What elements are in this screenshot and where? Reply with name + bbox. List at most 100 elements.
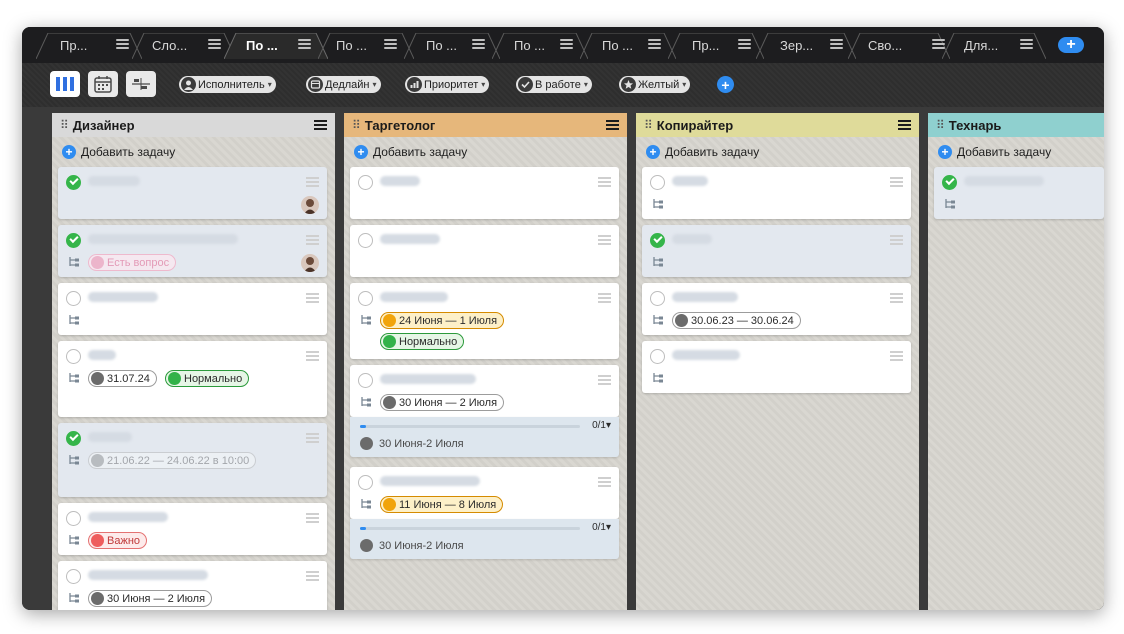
hamburger-icon[interactable]: [306, 177, 319, 189]
priority-badge[interactable]: Важно: [88, 532, 148, 549]
hamburger-icon[interactable]: [306, 293, 319, 305]
hamburger-icon[interactable]: [830, 39, 843, 49]
hamburger-icon[interactable]: [306, 433, 319, 445]
tab-6[interactable]: По ...: [492, 33, 588, 59]
hamburger-icon[interactable]: [208, 39, 221, 49]
hamburger-icon[interactable]: [898, 120, 911, 132]
check-icon[interactable]: [66, 431, 81, 446]
column-header[interactable]: ⠿ Технарь: [928, 113, 1104, 137]
tab-3-active[interactable]: По ...: [224, 33, 328, 59]
check-icon[interactable]: [66, 511, 81, 526]
task-card[interactable]: 30 Июня — 2 Июля: [350, 365, 619, 417]
hamburger-icon[interactable]: [598, 293, 611, 305]
check-icon[interactable]: [650, 291, 665, 306]
check-icon[interactable]: [66, 569, 81, 584]
hamburger-icon[interactable]: [598, 375, 611, 387]
priority-badge[interactable]: Нормально: [380, 333, 465, 350]
tab-10[interactable]: Сво...: [848, 33, 950, 59]
column-header[interactable]: ⠿ Копирайтер: [636, 113, 919, 137]
tab-8[interactable]: Пр...: [668, 33, 764, 59]
deadline-badge[interactable]: 30 Июня — 2 Июля: [88, 590, 213, 607]
column-header[interactable]: ⠿ Таргетолог: [344, 113, 627, 137]
tab-7[interactable]: По ...: [580, 33, 676, 59]
task-card[interactable]: [58, 283, 327, 335]
task-card[interactable]: [934, 167, 1104, 219]
task-card[interactable]: Есть вопрос: [58, 225, 327, 277]
hamburger-icon[interactable]: [890, 177, 903, 189]
hamburger-icon[interactable]: [306, 513, 319, 525]
task-card[interactable]: [58, 167, 327, 219]
hamburger-icon[interactable]: [598, 477, 611, 489]
filter-color[interactable]: Желтый ▾: [619, 76, 691, 93]
check-icon[interactable]: [66, 291, 81, 306]
task-card[interactable]: 11 Июня — 8 Июля: [350, 467, 619, 519]
tab-4[interactable]: По ...: [318, 33, 414, 59]
task-card[interactable]: 31.07.24 Нормально: [58, 341, 327, 417]
drag-grip-icon[interactable]: ⠿: [60, 118, 69, 132]
hamburger-icon[interactable]: [384, 39, 397, 49]
hamburger-icon[interactable]: [306, 351, 319, 363]
hamburger-icon[interactable]: [890, 351, 903, 363]
add-filter-button[interactable]: +: [717, 76, 734, 93]
tab-2[interactable]: Сло...: [132, 33, 236, 59]
hamburger-icon[interactable]: [738, 39, 751, 49]
calendar-view-button[interactable]: [88, 71, 118, 97]
tab-11[interactable]: Для...: [942, 33, 1046, 59]
gantt-view-button[interactable]: [126, 71, 156, 97]
check-icon[interactable]: [358, 233, 373, 248]
priority-badge[interactable]: Нормально: [165, 370, 250, 387]
check-icon[interactable]: [66, 175, 81, 190]
hamburger-icon[interactable]: [890, 293, 903, 305]
deadline-badge[interactable]: 24 Июня — 1 Июля: [380, 312, 505, 329]
check-icon[interactable]: [358, 373, 373, 388]
hamburger-icon[interactable]: [560, 39, 573, 49]
task-card[interactable]: [642, 225, 911, 277]
subtask-count[interactable]: 0/1▾: [592, 522, 611, 533]
hamburger-icon[interactable]: [598, 235, 611, 247]
hamburger-icon[interactable]: [306, 235, 319, 247]
kanban-view-button[interactable]: [50, 71, 80, 97]
drag-grip-icon[interactable]: ⠿: [936, 118, 945, 132]
filter-deadline[interactable]: Дедлайн ▾: [306, 76, 381, 93]
task-card[interactable]: 24 Июня — 1 Июля Нормально: [350, 283, 619, 359]
subtask-panel[interactable]: 0/1▾ 30 Июня-2 Июля: [350, 417, 619, 457]
drag-grip-icon[interactable]: ⠿: [352, 118, 361, 132]
add-task-button[interactable]: + Добавить задачу: [646, 145, 759, 159]
check-icon[interactable]: [942, 175, 957, 190]
task-card[interactable]: [642, 167, 911, 219]
task-card[interactable]: 21.06.22 — 24.06.22 в 10:00: [58, 423, 327, 497]
subtask-count[interactable]: 0/1▾: [592, 420, 611, 431]
tab-5[interactable]: По ...: [404, 33, 500, 59]
tab-9[interactable]: Зер...: [756, 33, 856, 59]
check-icon[interactable]: [358, 475, 373, 490]
add-task-button[interactable]: + Добавить задачу: [938, 145, 1051, 159]
hamburger-icon[interactable]: [598, 177, 611, 189]
hamburger-icon[interactable]: [1020, 39, 1033, 49]
check-icon[interactable]: [358, 175, 373, 190]
tab-1[interactable]: Пр...: [36, 33, 142, 59]
check-icon[interactable]: [66, 349, 81, 364]
add-task-button[interactable]: + Добавить задачу: [62, 145, 175, 159]
hamburger-icon[interactable]: [890, 235, 903, 247]
subtask-panel[interactable]: 0/1▾ 30 Июня-2 Июля: [350, 519, 619, 559]
filter-assignee[interactable]: Исполнитель ▾: [179, 76, 276, 93]
deadline-badge[interactable]: 31.07.24: [88, 370, 157, 387]
deadline-badge[interactable]: 30 Июня — 2 Июля: [380, 394, 505, 411]
hamburger-icon[interactable]: [472, 39, 485, 49]
task-card[interactable]: 30 Июня — 2 Июля: [58, 561, 327, 610]
drag-grip-icon[interactable]: ⠿: [644, 118, 653, 132]
task-card[interactable]: [350, 167, 619, 219]
task-card[interactable]: [642, 341, 911, 393]
deadline-badge[interactable]: 11 Июня — 8 Июля: [380, 496, 504, 513]
deadline-badge[interactable]: 30.06.23 — 30.06.24: [672, 312, 801, 329]
task-card[interactable]: [350, 225, 619, 277]
filter-status[interactable]: В работе ▾: [516, 76, 592, 93]
task-card[interactable]: Важно: [58, 503, 327, 555]
add-tab-button[interactable]: +: [1058, 37, 1084, 53]
deadline-badge[interactable]: 21.06.22 — 24.06.22 в 10:00: [88, 452, 257, 469]
check-icon[interactable]: [66, 233, 81, 248]
hamburger-icon[interactable]: [606, 120, 619, 132]
hamburger-icon[interactable]: [648, 39, 661, 49]
hamburger-icon[interactable]: [298, 39, 311, 49]
check-icon[interactable]: [650, 175, 665, 190]
